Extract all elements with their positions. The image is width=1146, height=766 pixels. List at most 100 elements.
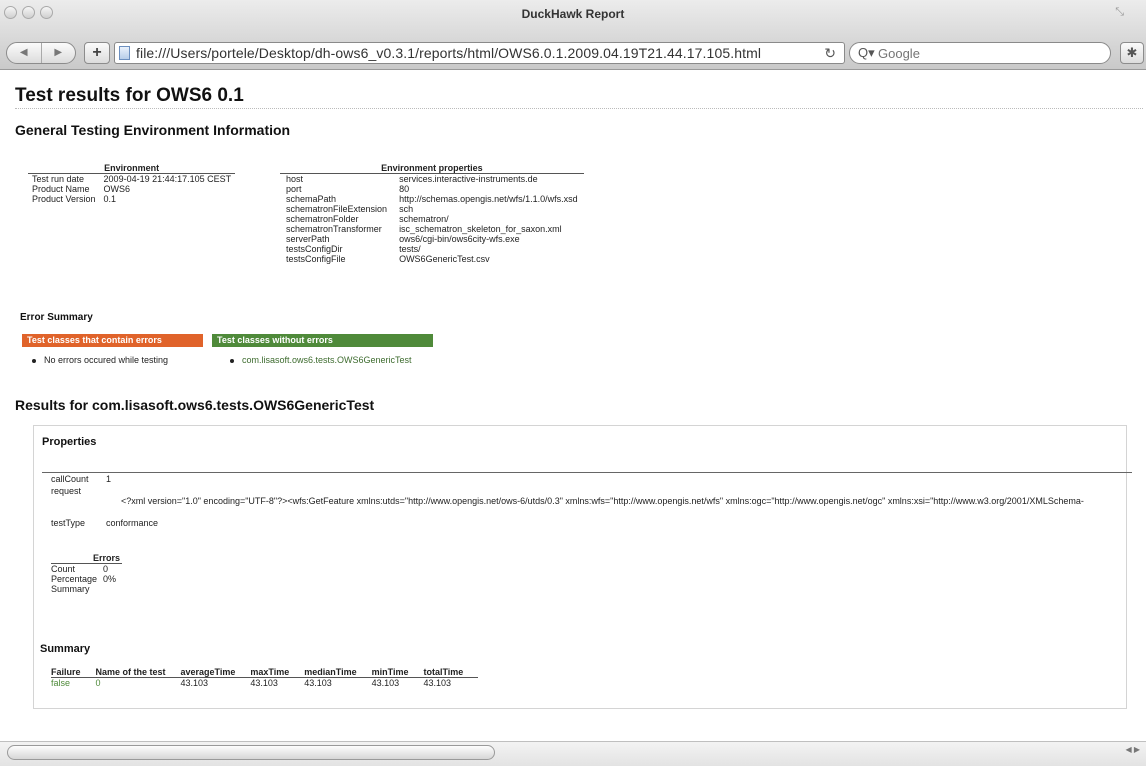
reload-icon[interactable]: ↻ (824, 45, 836, 62)
column-header: totalTime (423, 667, 479, 678)
page-content: Test results for OWS6 0.1 General Testin… (0, 71, 1146, 742)
column-header: averageTime (180, 667, 251, 678)
environment-table: Environment Test run date 2009-04-19 21:… (28, 163, 236, 204)
errors-bar: Test classes that contain errors (22, 334, 203, 347)
table-row: Product Name OWS6 (28, 184, 235, 194)
environment-header: Environment (28, 163, 236, 174)
column-header: medianTime (304, 667, 372, 678)
errors-header: Errors (51, 553, 123, 564)
prop-value: ows6/cgi-bin/ows6city-wfs.exe (399, 234, 520, 244)
gear-icon[interactable]: ✱ (1120, 42, 1144, 64)
median-time-cell: 43.103 (304, 678, 332, 688)
search-input[interactable] (878, 45, 1098, 61)
prop-value: isc_schematron_skeleton_for_saxon.xml (399, 224, 562, 234)
environment-properties-table: Environment properties host services.inte… (280, 163, 584, 264)
prop-label: port (286, 184, 302, 194)
table-row: Product Version 0.1 (28, 194, 235, 204)
back-forward-buttons: ◀ ▶ (6, 42, 76, 64)
errors-table: Errors Count 0 Percentage 0% Summary (51, 553, 123, 594)
column-header: Failure (51, 667, 96, 678)
prop-label: testsConfigFile (286, 254, 346, 264)
average-time-cell: 43.103 (180, 678, 209, 688)
errors-label: Percentage (51, 574, 98, 584)
prop-value: schematron/ (399, 214, 449, 224)
table-row: serverPath ows6/cgi-bin/ows6city-wfs.exe (280, 234, 584, 244)
search-bar[interactable]: Q▾ (849, 42, 1111, 64)
prop-value: tests/ (399, 244, 421, 254)
prop-value: OWS6GenericTest.csv (399, 254, 490, 264)
table-row: schematronFileExtension sch (280, 204, 584, 214)
env-label: Test run date (32, 174, 85, 184)
errors-value (103, 584, 122, 594)
prop-value: 80 (399, 184, 410, 194)
env-properties-header: Environment properties (280, 163, 584, 174)
error-item-text: No errors occured while testing (44, 355, 169, 365)
window-title: DuckHawk Report (521, 7, 625, 21)
summary-table: Failure Name of the test averageTime max… (51, 667, 479, 689)
search-icon[interactable]: Q▾ (858, 45, 875, 61)
prop-label: serverPath (286, 234, 330, 244)
table-row: schemaPath http://schemas.opengis.net/wfs… (280, 194, 584, 204)
scroll-arrows-icon[interactable]: ◀ ▶ (1125, 745, 1140, 754)
properties-title: Properties (42, 436, 97, 448)
no-errors-bar: Test classes without errors (212, 334, 433, 347)
table-row: testsConfigFile OWS6GenericTest.csv (280, 254, 584, 264)
column-header: Name of the test (95, 667, 181, 678)
min-time-cell: 43.103 (371, 678, 400, 688)
table-row: testsConfigDir tests/ (280, 244, 584, 254)
table-row: port 80 (280, 184, 584, 194)
callcount-value: 1 (106, 474, 112, 484)
env-label: Product Version (32, 194, 96, 204)
table-header-row: Failure Name of the test averageTime max… (51, 667, 479, 678)
table-row: Count 0 (51, 564, 122, 575)
prop-value: services.interactive-instruments.de (399, 174, 538, 184)
env-value: OWS6 (103, 184, 131, 194)
testtype-label: testType (51, 518, 86, 528)
table-row: host services.interactive-instruments.de (280, 174, 584, 185)
general-heading: General Testing Environment Information (15, 122, 291, 138)
url-text[interactable]: file:///Users/portele/Desktop/dh-ows6_v0… (136, 45, 761, 61)
properties-divider (42, 472, 1132, 473)
results-heading: Results for com.lisasoft.ows6.tests.OWS6… (15, 397, 375, 413)
max-time-cell: 43.103 (250, 678, 278, 688)
page-icon (119, 46, 130, 60)
back-button[interactable]: ◀ (7, 43, 42, 63)
table-row: false 0 43.103 43.103 43.103 43.103 43.1… (51, 678, 478, 689)
table-row: schematronFolder schematron/ (280, 214, 584, 224)
failure-cell: false (51, 678, 71, 688)
add-bookmark-button[interactable]: + (84, 42, 110, 64)
errors-label: Count (51, 564, 76, 574)
env-value: 0.1 (103, 194, 117, 204)
errors-value: 0% (103, 574, 117, 584)
column-header: minTime (371, 667, 424, 678)
table-row: schematronTransformer isc_schematron_skel… (280, 224, 584, 234)
title-divider (15, 108, 1143, 109)
test-class-link[interactable]: com.lisasoft.ows6.tests.OWS6GenericTest (242, 355, 412, 365)
prop-label: testsConfigDir (286, 244, 343, 254)
prop-label: schematronFolder (286, 214, 359, 224)
bullet-icon (230, 358, 234, 363)
list-item: No errors occured while testing (32, 355, 168, 365)
prop-value: sch (399, 204, 414, 214)
env-label: Product Name (32, 184, 90, 194)
table-row: Summary (51, 584, 122, 594)
prop-value: http://schemas.opengis.net/wfs/1.1.0/wfs… (399, 194, 578, 204)
summary-title: Summary (40, 643, 91, 655)
scrollbar-thumb[interactable] (7, 745, 495, 760)
window-titlebar: DuckHawk Report ⤡ (0, 0, 1146, 38)
bullet-icon (32, 358, 36, 363)
prop-label: host (286, 174, 304, 184)
test-name-cell[interactable]: 0 (96, 678, 181, 689)
prop-label: schemaPath (286, 194, 337, 204)
prop-label: schematronFileExtension (286, 204, 388, 214)
resize-icon: ⤡ (1115, 6, 1124, 18)
request-value: <?xml version="1.0" encoding="UTF-8"?><w… (121, 496, 1084, 506)
address-bar[interactable]: file:///Users/portele/Desktop/dh-ows6_v0… (114, 42, 845, 64)
browser-toolbar: ◀ ▶ + file:///Users/portele/Desktop/dh-o… (0, 38, 1146, 70)
forward-button[interactable]: ▶ (42, 43, 76, 63)
error-summary-title: Error Summary (20, 312, 93, 323)
horizontal-scrollbar[interactable]: ◀ ▶ (0, 741, 1146, 766)
results-panel: Properties callCount 1 request <?xml ver… (33, 425, 1132, 709)
table-row: Test run date 2009-04-19 21:44:17.105 CE… (28, 174, 235, 185)
env-value: 2009-04-19 21:44:17.105 CEST (103, 174, 232, 184)
